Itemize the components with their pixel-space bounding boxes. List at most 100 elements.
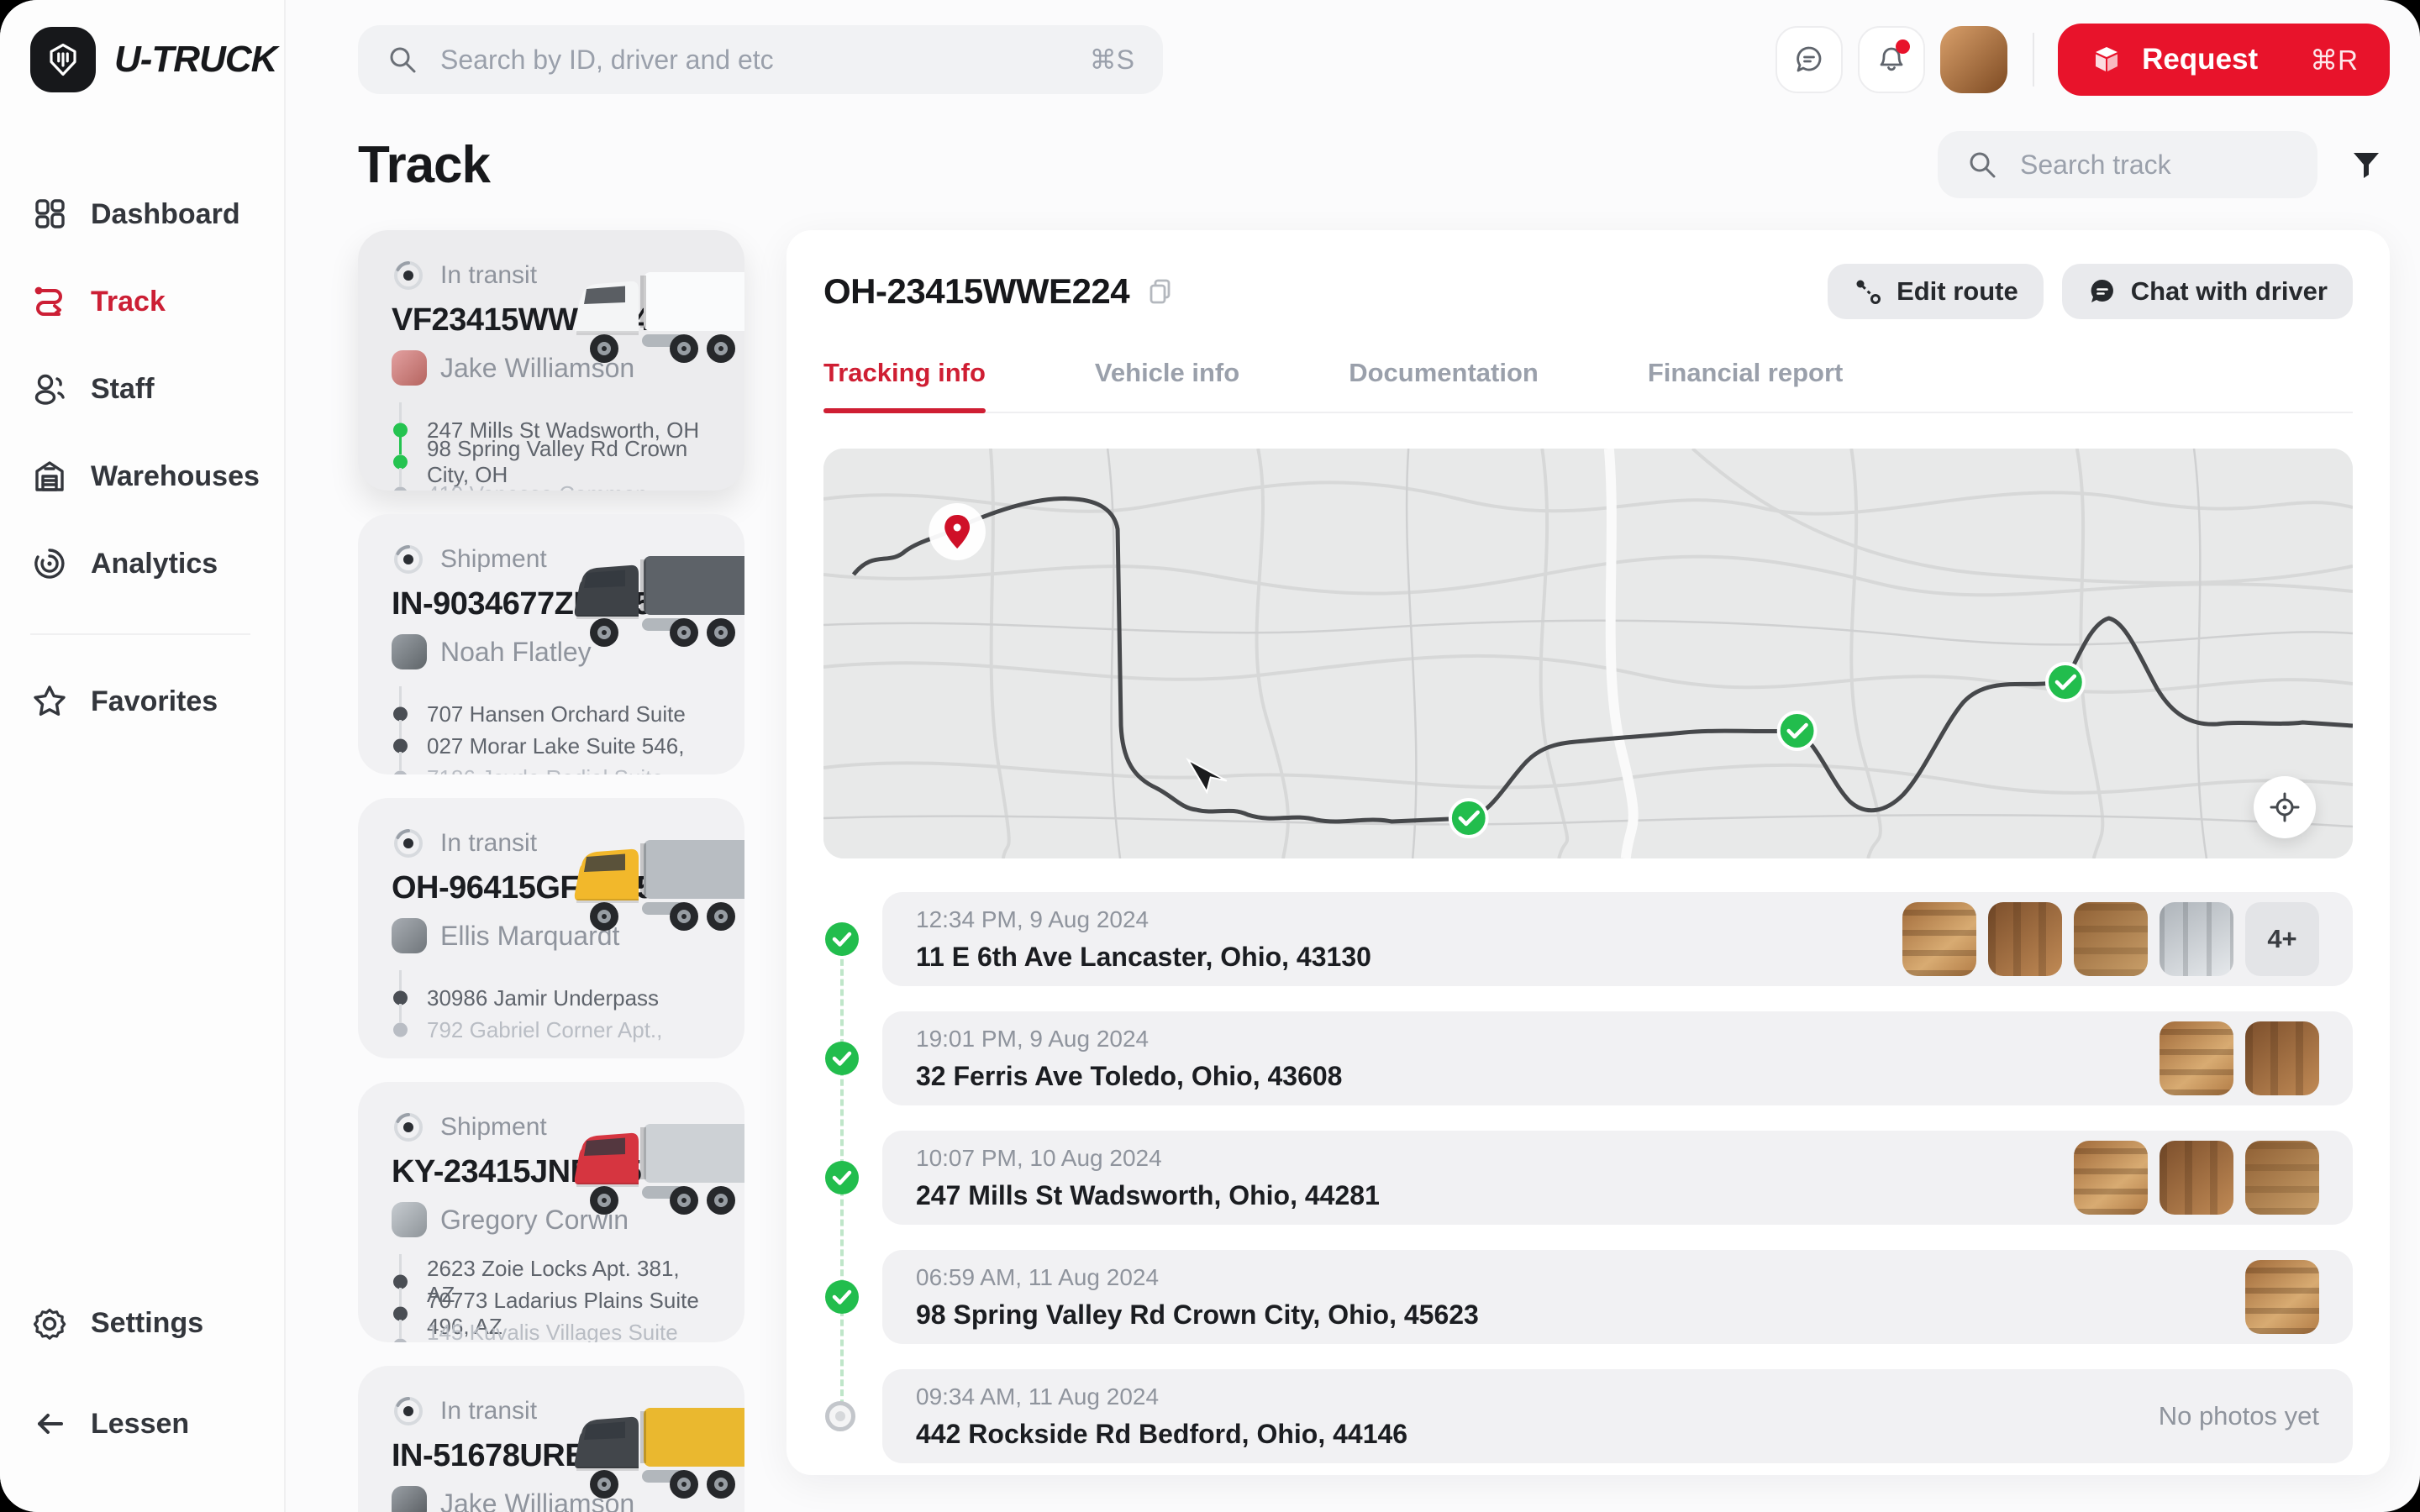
- status-ring-icon: [392, 543, 425, 576]
- stop-photo[interactable]: [2074, 902, 2148, 976]
- shipment-card[interactable]: In transit IN-51678URE401 Jake Williamso…: [358, 1366, 744, 1512]
- stop-photo[interactable]: [2245, 1141, 2319, 1215]
- sidebar-item-warehouses[interactable]: Warehouses: [30, 447, 284, 506]
- timeline-marker-icon: [823, 1159, 860, 1196]
- shipment-card[interactable]: In transit VF23415WWE224 Jake Williamson…: [358, 230, 744, 491]
- tab-documentation[interactable]: Documentation: [1349, 358, 1539, 412]
- timeline-card[interactable]: 09:34 AM, 11 Aug 2024 442 Rockside Rd Be…: [882, 1369, 2353, 1463]
- route-map[interactable]: [823, 449, 2353, 858]
- stop-item: 792 Gabriel Corner Apt.,: [392, 1014, 711, 1046]
- timeline-address: 11 E 6th Ave Lancaster, Ohio, 43130: [916, 942, 1371, 973]
- search-icon: [1966, 149, 1998, 181]
- truck-image: [556, 835, 744, 939]
- locate-button[interactable]: [2254, 776, 2316, 838]
- dashboard-icon: [30, 195, 69, 234]
- stop-item: 30986 Jamir Underpass: [392, 982, 711, 1014]
- stop-photo[interactable]: [1902, 902, 1976, 976]
- driver-avatar: [392, 350, 427, 386]
- crosshair-icon: [2269, 791, 2301, 823]
- sidebar-item-label: Dashboard: [91, 198, 240, 231]
- sidebar-divider: [30, 633, 250, 635]
- collapse-label: Lessen: [91, 1408, 189, 1441]
- timeline-card[interactable]: 10:07 PM, 10 Aug 2024 247 Mills St Wadsw…: [882, 1131, 2353, 1225]
- timeline-photos: [2245, 1260, 2319, 1334]
- gear-icon: [30, 1304, 69, 1342]
- tab-financial-report[interactable]: Financial report: [1648, 358, 1844, 412]
- user-avatar[interactable]: [1940, 26, 2007, 93]
- chat-with-driver-button[interactable]: Chat with driver: [2062, 264, 2353, 319]
- app-window: U-TRUCK Dashboard Track Staff Warehouses…: [0, 0, 2420, 1512]
- sidebar-item-dashboard[interactable]: Dashboard: [30, 185, 284, 244]
- topbar-actions: Request ⌘R: [1760, 24, 2390, 96]
- route-checkpoint-3: [2047, 664, 2084, 701]
- timeline-address: 442 Rockside Rd Bedford, Ohio, 44146: [916, 1419, 1407, 1450]
- truck-image: [556, 267, 744, 371]
- timeline-time: 12:34 PM, 9 Aug 2024: [916, 906, 1371, 933]
- stop-photo[interactable]: [2160, 1141, 2233, 1215]
- messages-button[interactable]: [1776, 26, 1843, 93]
- shipment-list: In transit VF23415WWE224 Jake Williamson…: [358, 230, 744, 1512]
- request-button[interactable]: Request ⌘R: [2058, 24, 2390, 96]
- sidebar-item-staff[interactable]: Staff: [30, 360, 284, 418]
- sidebar-item-label: Settings: [91, 1307, 203, 1340]
- tab-vehicle-info[interactable]: Vehicle info: [1095, 358, 1239, 412]
- track-search[interactable]: [1938, 131, 2317, 198]
- sidebar-item-analytics[interactable]: Analytics: [30, 534, 284, 593]
- stop-photo[interactable]: [1988, 902, 2062, 976]
- sidebar-item-settings[interactable]: Settings: [30, 1294, 284, 1352]
- shipment-card[interactable]: Shipment IN-9034677ZFG154 Noah Flatley 7…: [358, 514, 744, 774]
- edit-route-button[interactable]: Edit route: [1828, 264, 2044, 319]
- timeline-marker-icon: [823, 921, 860, 958]
- edit-route-label: Edit route: [1897, 276, 2018, 307]
- sidebar-item-label: Warehouses: [91, 460, 260, 493]
- sidebar-item-favorites[interactable]: Favorites: [30, 672, 284, 731]
- driver-avatar: [392, 1486, 427, 1512]
- status-ring-icon: [392, 1110, 425, 1144]
- timeline-card[interactable]: 06:59 AM, 11 Aug 2024 98 Spring Valley R…: [882, 1250, 2353, 1344]
- brand-name: U-TRUCK: [114, 39, 276, 81]
- timeline-row: 06:59 AM, 11 Aug 2024 98 Spring Valley R…: [882, 1250, 2353, 1344]
- global-search-input[interactable]: [440, 45, 1068, 76]
- request-shortcut: ⌘R: [2310, 44, 2358, 76]
- track-search-input[interactable]: [2020, 150, 2373, 181]
- notifications-button[interactable]: [1858, 26, 1925, 93]
- status-ring-icon: [392, 827, 425, 860]
- arrow-left-icon: [30, 1404, 69, 1443]
- box-icon: [2090, 43, 2123, 76]
- timeline-time: 19:01 PM, 9 Aug 2024: [916, 1026, 1342, 1053]
- copy-id-button[interactable]: [1146, 277, 1175, 306]
- more-photos-badge[interactable]: 4+: [2245, 902, 2319, 976]
- shipment-card[interactable]: Shipment KY-23415JNF155 Gregory Corwin 2…: [358, 1082, 744, 1342]
- stop-photo[interactable]: [2160, 902, 2233, 976]
- sidebar-item-label: Favorites: [91, 685, 218, 718]
- tab-tracking-info[interactable]: Tracking info: [823, 358, 986, 412]
- detail-tabs: Tracking info Vehicle info Documentation Fi…: [823, 358, 2353, 413]
- stops-list: 2623 Zoie Locks Apt. 381, AZ 70773 Ladar…: [392, 1266, 711, 1342]
- global-search[interactable]: ⌘S: [358, 25, 1163, 94]
- timeline-time: 10:07 PM, 10 Aug 2024: [916, 1145, 1380, 1172]
- stop-photo[interactable]: [2074, 1141, 2148, 1215]
- collapse-sidebar-button[interactable]: Lessen: [30, 1394, 284, 1453]
- sidebar-item-track[interactable]: Track: [30, 272, 284, 331]
- shipment-card[interactable]: In transit OH-96415GFC145 Ellis Marquard…: [358, 798, 744, 1058]
- stop-photo[interactable]: [2245, 1021, 2319, 1095]
- stop-dot-icon: [393, 771, 408, 775]
- stop-photo[interactable]: [2160, 1021, 2233, 1095]
- filter-button[interactable]: [2343, 141, 2390, 188]
- stops-list: 247 Mills St Wadsworth, OH 98 Spring Val…: [392, 414, 711, 491]
- staff-icon: [30, 370, 69, 408]
- stop-photo[interactable]: [2245, 1260, 2319, 1334]
- driver-avatar: [392, 918, 427, 953]
- timeline-time: 09:34 AM, 11 Aug 2024: [916, 1383, 1407, 1410]
- stop-item: 707 Hansen Orchard Suite: [392, 698, 711, 730]
- timeline-marker-icon: [823, 1278, 860, 1315]
- route-checkpoint-1: [1450, 800, 1487, 837]
- sidebar-item-label: Staff: [91, 373, 155, 406]
- stop-dot-icon: [393, 707, 408, 722]
- timeline-card[interactable]: 19:01 PM, 9 Aug 2024 32 Ferris Ave Toled…: [882, 1011, 2353, 1105]
- driver-avatar: [392, 1202, 427, 1237]
- timeline-card[interactable]: 12:34 PM, 9 Aug 2024 11 E 6th Ave Lancas…: [882, 892, 2353, 986]
- search-icon: [387, 44, 418, 76]
- chat-with-driver-label: Chat with driver: [2131, 276, 2328, 307]
- timeline-row: 09:34 AM, 11 Aug 2024 442 Rockside Rd Be…: [882, 1369, 2353, 1463]
